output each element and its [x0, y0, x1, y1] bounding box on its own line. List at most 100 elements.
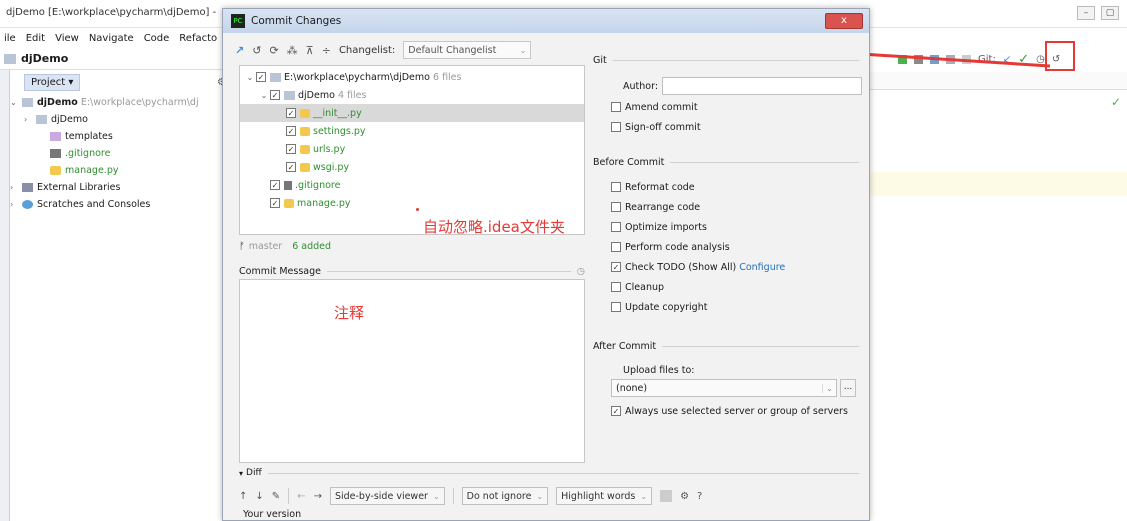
- chevron-right-icon[interactable]: ›: [24, 115, 36, 124]
- browse-servers-button[interactable]: ...: [840, 379, 856, 397]
- file-row-wsgi[interactable]: ✓ wsgi.py: [240, 158, 584, 176]
- sign-off-commit-option[interactable]: Sign-off commit: [611, 119, 701, 135]
- edit-icon[interactable]: ✎: [272, 491, 280, 502]
- checkbox[interactable]: ✓: [611, 262, 621, 272]
- tree-item-external-libraries[interactable]: › External Libraries: [10, 179, 230, 196]
- checkbox[interactable]: [611, 122, 621, 132]
- history-icon[interactable]: ◷: [577, 266, 585, 277]
- sync-scroll-icon[interactable]: [660, 490, 673, 502]
- file-checkbox[interactable]: ✓: [270, 198, 280, 208]
- divider: [452, 488, 454, 504]
- option-label: Reformat code: [625, 181, 695, 193]
- chevron-down-icon: ⌄: [822, 383, 836, 393]
- menu-code[interactable]: Code: [144, 33, 170, 44]
- section-label: After Commit: [593, 340, 657, 352]
- arrow-left-icon[interactable]: ←: [297, 491, 305, 502]
- amend-commit-option[interactable]: Amend commit: [611, 99, 698, 115]
- minimize-button[interactable]: –: [1077, 6, 1095, 20]
- file-label: djDemo: [298, 89, 335, 101]
- arrow-down-icon[interactable]: ↓: [255, 491, 263, 502]
- chevron-down-icon[interactable]: ⌄: [10, 98, 22, 107]
- file-row-urls[interactable]: ✓ urls.py: [240, 140, 584, 158]
- author-input[interactable]: [662, 77, 863, 95]
- file-checkbox[interactable]: ✓: [286, 108, 296, 118]
- update-copyright-option[interactable]: Update copyright: [611, 299, 707, 315]
- commit-message-input[interactable]: 注释: [239, 279, 585, 463]
- file-row-manage[interactable]: ✓ manage.py: [240, 194, 584, 212]
- checkbox[interactable]: [611, 102, 621, 112]
- chevron-down-icon[interactable]: ⌄: [244, 73, 256, 82]
- check-todo-option[interactable]: ✓ Check TODO (Show All) Configure: [611, 259, 785, 275]
- checkbox[interactable]: ✓: [611, 406, 621, 416]
- diff-header[interactable]: ▾ Diff: [239, 466, 859, 480]
- tree-item-scratches[interactable]: › Scratches and Consoles: [10, 196, 230, 213]
- project-view-dropdown[interactable]: Project ▾: [24, 73, 81, 91]
- ignore-select[interactable]: Do not ignore ⌄: [461, 487, 549, 505]
- checkbox[interactable]: [611, 222, 621, 232]
- file-row-gitignore[interactable]: ✓ .gitignore: [240, 176, 584, 194]
- branch-icon: ᚠ: [239, 240, 245, 252]
- perform-code-analysis-option[interactable]: Perform code analysis: [611, 239, 730, 255]
- cleanup-option[interactable]: Cleanup: [611, 279, 664, 295]
- chevron-right-icon[interactable]: ›: [10, 183, 22, 192]
- arrow-right-icon[interactable]: →: [314, 491, 322, 502]
- tree-item-djdemo[interactable]: › djDemo: [10, 111, 230, 128]
- file-row-init[interactable]: ✓ __init__.py: [240, 104, 584, 122]
- checkbox[interactable]: [611, 302, 621, 312]
- chevron-right-icon[interactable]: ›: [10, 200, 22, 209]
- checkbox[interactable]: [611, 202, 621, 212]
- annotation-arrow: [847, 46, 1051, 68]
- menu-file[interactable]: ile: [4, 33, 16, 44]
- reformat-code-option[interactable]: Reformat code: [611, 179, 695, 195]
- menu-navigate[interactable]: Navigate: [89, 33, 134, 44]
- menu-edit[interactable]: Edit: [26, 33, 45, 44]
- chevron-down-icon[interactable]: ▾: [239, 469, 243, 478]
- file-row-root[interactable]: ⌄ ✓ E:\workplace\pycharm\djDemo 6 files: [240, 68, 584, 86]
- file-checkbox[interactable]: ✓: [270, 90, 280, 100]
- collapse-all-icon[interactable]: ÷: [322, 44, 331, 57]
- checkbox[interactable]: [611, 182, 621, 192]
- tree-item-gitignore[interactable]: .gitignore: [10, 145, 230, 162]
- file-checkbox[interactable]: ✓: [286, 126, 296, 136]
- changelist-select[interactable]: Default Changelist ⌄: [403, 41, 532, 59]
- tree-item-root[interactable]: ⌄ djDemo E:\workplace\pycharm\dj: [10, 94, 230, 111]
- checkbox[interactable]: [611, 282, 621, 292]
- file-checkbox[interactable]: ✓: [256, 72, 266, 82]
- refresh-icon[interactable]: ⟳: [269, 44, 278, 57]
- upload-server-value: (none): [616, 382, 648, 394]
- maximize-button[interactable]: ▢: [1101, 6, 1119, 20]
- expand-all-icon[interactable]: ⊼: [306, 44, 314, 57]
- help-icon[interactable]: ?: [697, 491, 702, 502]
- optimize-imports-option[interactable]: Optimize imports: [611, 219, 707, 235]
- tree-item-templates[interactable]: templates: [10, 128, 230, 145]
- viewer-select[interactable]: Side-by-side viewer ⌄: [329, 487, 445, 505]
- folder-icon: [36, 115, 47, 124]
- always-use-server-option[interactable]: ✓ Always use selected server or group of …: [611, 403, 848, 419]
- tree-path: E:\workplace\pycharm\dj: [80, 97, 199, 108]
- chevron-down-icon[interactable]: ⌄: [258, 91, 270, 100]
- checkbox[interactable]: [611, 242, 621, 252]
- tree-item-manage[interactable]: manage.py: [10, 162, 230, 179]
- move-to-changelist-icon[interactable]: ↗: [235, 44, 244, 57]
- arrow-up-icon[interactable]: ↑: [239, 491, 247, 502]
- close-button[interactable]: x: [825, 13, 863, 29]
- rollback-icon[interactable]: ↺: [252, 44, 261, 57]
- configure-link[interactable]: Configure: [739, 262, 785, 273]
- tree-label: Scratches and Consoles: [37, 199, 151, 210]
- section-label: Git: [593, 54, 607, 66]
- option-label: Cleanup: [625, 281, 665, 293]
- highlight-select[interactable]: Highlight words ⌄: [556, 487, 653, 505]
- group-by-icon[interactable]: ⁂: [287, 44, 298, 57]
- upload-server-select[interactable]: (none) ⌄: [611, 379, 837, 397]
- menu-refactor[interactable]: Refacto: [179, 33, 217, 44]
- gear-icon[interactable]: ⚙: [680, 491, 689, 502]
- file-checkbox[interactable]: ✓: [270, 180, 280, 190]
- file-checkbox[interactable]: ✓: [286, 144, 296, 154]
- file-row-settings[interactable]: ✓ settings.py: [240, 122, 584, 140]
- file-label: manage.py: [297, 197, 351, 209]
- file-checkbox[interactable]: ✓: [286, 162, 296, 172]
- menu-view[interactable]: View: [55, 33, 79, 44]
- project-name[interactable]: djDemo: [21, 52, 68, 65]
- rearrange-code-option[interactable]: Rearrange code: [611, 199, 700, 215]
- file-row-djdemo[interactable]: ⌄ ✓ djDemo 4 files: [240, 86, 584, 104]
